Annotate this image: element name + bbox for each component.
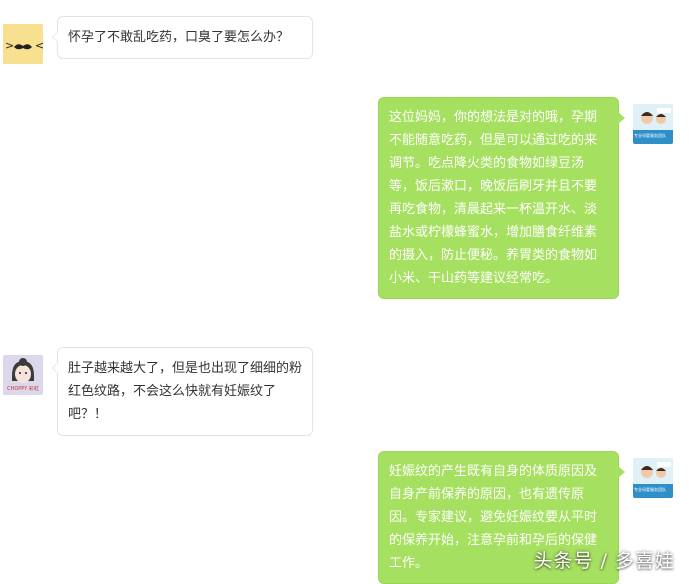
- doctor-avatar-icon[interactable]: 专业母婴服务团队: [633, 458, 673, 498]
- message-text-2: 这位妈妈，你的想法是对的哦，孕期不能随意吃药，但是可以通过吃的来调节。吃点降火类…: [389, 110, 598, 286]
- watermark-text: 头条号 / 多喜娃: [533, 550, 675, 572]
- svg-text:<: <: [35, 39, 43, 52]
- message-bubble-2: 这位妈妈，你的想法是对的哦，孕期不能随意吃药，但是可以通过吃的来调节。吃点降火类…: [378, 97, 625, 299]
- doctor-avatar-caption: 专业母婴服务团队: [634, 133, 666, 138]
- girl-avatar-icon[interactable]: CHOPPY 彩虹: [3, 355, 43, 395]
- message-text-1: 怀孕了不敢乱吃药，口臭了要怎么办？: [68, 30, 290, 45]
- mustache-avatar-icon[interactable]: > <: [3, 24, 43, 64]
- girl-avatar-caption: CHOPPY 彩虹: [7, 386, 39, 392]
- svg-text:>: >: [5, 39, 14, 52]
- doctor-avatar-icon[interactable]: 专业母婴服务团队: [633, 104, 673, 144]
- message-bubble-1: 怀孕了不敢乱吃药，口臭了要怎么办？: [52, 16, 313, 59]
- doctor-avatar-caption: 专业母婴服务团队: [634, 487, 666, 492]
- message-text-3: 肚子越来越大了，但是也出现了细细的粉红色纹路，不会这么快就有妊娠纹了吧？！: [68, 361, 303, 422]
- message-bubble-3: 肚子越来越大了，但是也出现了细细的粉红色纹路，不会这么快就有妊娠纹了吧？！: [52, 347, 313, 436]
